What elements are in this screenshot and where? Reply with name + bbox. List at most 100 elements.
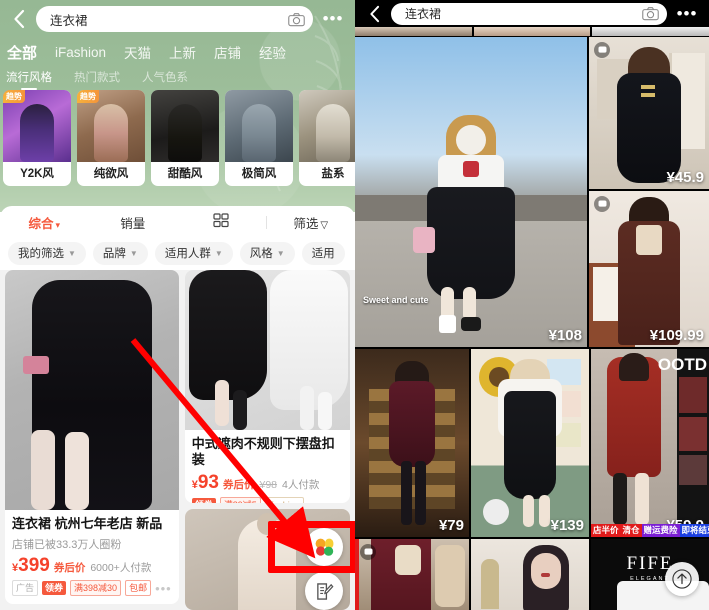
image-price: ¥139	[550, 517, 584, 534]
product-title: 中式遮肉不规则下摆盘扣装	[191, 436, 335, 468]
multicolor-flower-button[interactable]	[305, 528, 343, 566]
filter-label: 筛选	[293, 216, 319, 231]
style-thumbnail	[225, 90, 293, 162]
tab-tmall[interactable]: 天猫	[124, 42, 151, 62]
filter-button[interactable]: 筛选 ▽	[267, 213, 356, 232]
flower-palette-icon	[315, 538, 334, 556]
tab-shop[interactable]: 店铺	[214, 42, 241, 62]
tab-experience[interactable]: 经验	[259, 42, 286, 62]
image-price: ¥108	[548, 327, 582, 344]
sort-comprehensive[interactable]: 综合 ▾	[0, 213, 89, 232]
grid-view-toggle[interactable]	[177, 213, 266, 231]
image-result-cell[interactable]: ¥45.9	[589, 37, 709, 189]
product-more-icon[interactable]: •••	[326, 497, 343, 503]
product-image[interactable]	[5, 270, 179, 510]
chevron-down-icon: ▼	[276, 248, 285, 258]
chip-my-filters[interactable]: 我的筛选 ▼	[8, 241, 86, 265]
style-card[interactable]: 盐系	[299, 90, 355, 186]
previous-row-strip	[355, 27, 709, 36]
subtab-popular-style[interactable]: 流行风格	[6, 69, 52, 85]
image-result-cell[interactable]: Sweet and cute ¥108	[355, 37, 587, 347]
product-more-icon[interactable]: •••	[155, 581, 172, 596]
chevron-left-icon	[369, 5, 379, 22]
product-shop-note: 店铺已被33.3万人圈粉	[12, 539, 122, 552]
image-result-cell[interactable]	[471, 539, 589, 610]
feedback-edit-button[interactable]	[305, 572, 343, 610]
image-result-cell[interactable]	[355, 539, 469, 610]
camera-icon[interactable]	[288, 12, 305, 27]
image-result-cell[interactable]: ¥139	[471, 349, 589, 537]
style-card-carousel[interactable]: 趋势 Y2K风 趋势 纯欲风 甜酷风 极简风 盐系	[0, 90, 355, 188]
style-thumbnail	[299, 90, 355, 162]
product-badges: 广告 领券 满398减30 包邮 •••	[12, 580, 172, 597]
subtab-popular-colors[interactable]: 人气色系	[142, 69, 188, 85]
chevron-down-icon: ▾	[55, 219, 61, 230]
left-search-results-panel: 连衣裙 ••• 全部 iFashion 天猫 上新 店铺 经验 流行风格 热门款…	[0, 0, 355, 610]
product-title: 连衣裙 杭州七年老店 新品	[12, 516, 163, 531]
badge-ifashion: ifashion	[264, 496, 304, 503]
tab-all[interactable]: 全部	[7, 42, 37, 63]
back-button[interactable]	[361, 0, 387, 29]
sort-sales[interactable]: 销量	[89, 213, 178, 232]
badge-coupon: 领券	[42, 581, 67, 596]
chip-target-audience[interactable]: 适用人群 ▼	[154, 241, 233, 265]
image-price: ¥45.9	[666, 169, 704, 186]
promo-badge: 赠运费险	[641, 524, 680, 537]
video-badge-icon	[360, 544, 376, 560]
chip-style[interactable]: 风格 ▼	[239, 241, 295, 265]
image-result-cell[interactable]: OOTD ¥59.9 店半价 清仓 赠运费险 即将结束	[591, 349, 709, 537]
category-tab-bar: 全部 iFashion 天猫 上新 店铺 经验	[0, 38, 355, 66]
filter-funnel-icon: ▽	[320, 219, 329, 231]
play-bubble-icon	[598, 200, 606, 207]
strip-cell	[473, 27, 591, 36]
style-card[interactable]: 趋势 纯欲风	[77, 90, 145, 186]
more-options-button[interactable]: •••	[317, 10, 349, 27]
product-card[interactable]: 连衣裙 杭州七年老店 新品 店铺已被33.3万人圈粉 ¥ 399 券后价 600…	[5, 270, 179, 605]
search-input[interactable]: 连衣裙	[391, 2, 667, 25]
product-image[interactable]	[184, 270, 350, 430]
play-bubble-icon	[598, 46, 606, 53]
style-card[interactable]: 极简风	[225, 90, 293, 186]
video-badge-icon	[594, 196, 610, 212]
grid-view-icon	[213, 213, 229, 228]
trend-badge: 趋势	[3, 90, 25, 103]
style-thumbnail: 趋势	[77, 90, 145, 162]
search-input[interactable]: 连衣裙	[36, 6, 313, 32]
product-card[interactable]: 中式遮肉不规则下摆盘扣装 ¥ 93 券后价 ¥98 4人付款 领券 满89减5 …	[184, 270, 350, 503]
chevron-left-icon	[14, 9, 25, 29]
scroll-to-top-button[interactable]	[665, 562, 699, 596]
promo-badge-bar: 店半价 清仓 赠运费险 即将结束	[591, 524, 709, 537]
chip-label: 我的筛选	[18, 248, 64, 260]
right-search-bar: 连衣裙 •••	[355, 0, 709, 27]
product-column-left: 连衣裙 杭州七年老店 新品 店铺已被33.3万人圈粉 ¥ 399 券后价 600…	[5, 270, 179, 610]
product-info: 中式遮肉不规则下摆盘扣装 ¥ 93 券后价 ¥98 4人付款 领券 满89减5 …	[185, 430, 350, 503]
tab-new[interactable]: 上新	[169, 42, 196, 62]
price-label: 券后价	[223, 478, 255, 491]
left-search-bar: 连衣裙 •••	[0, 0, 355, 38]
promo-badge: 即将结束	[679, 524, 709, 537]
arrow-up-icon	[672, 569, 692, 589]
style-card[interactable]: 趋势 Y2K风	[3, 90, 71, 186]
image-result-grid: Sweet and cute ¥108 ¥45.9 ¥109.99 ¥79 ¥1…	[355, 37, 709, 610]
product-info: 连衣裙 杭州七年老店 新品 店铺已被33.3万人圈粉 ¥ 399 券后价 600…	[5, 510, 179, 604]
badge-ad: 广告	[12, 580, 39, 597]
image-result-cell[interactable]: ¥79	[355, 349, 469, 537]
image-result-cell[interactable]: ¥109.99	[589, 191, 709, 347]
style-thumbnail: 趋势	[3, 90, 71, 162]
camera-icon[interactable]	[642, 6, 659, 21]
product-grid: 连衣裙 杭州七年老店 新品 店铺已被33.3万人圈粉 ¥ 399 券后价 600…	[0, 270, 355, 610]
product-sold-count: 4人付款	[282, 478, 320, 491]
filter-chip-row[interactable]: 我的筛选 ▼ 品牌 ▼ 适用人群 ▼ 风格 ▼ 适用	[0, 238, 355, 268]
back-button[interactable]	[6, 4, 32, 34]
tab-ifashion[interactable]: iFashion	[55, 45, 106, 60]
more-options-button[interactable]: •••	[671, 5, 703, 22]
chip-brand[interactable]: 品牌 ▼	[92, 241, 148, 265]
chevron-down-icon: ▼	[129, 248, 138, 258]
product-price-row: ¥ 93 券后价 ¥98 4人付款	[192, 473, 343, 492]
subtab-hot-models[interactable]: 热门款式	[74, 69, 120, 85]
corner-label: OOTD	[657, 355, 707, 374]
style-card[interactable]: 甜酷风	[151, 90, 219, 186]
chip-applicable[interactable]: 适用	[301, 241, 345, 265]
chip-label: 适用人群	[164, 248, 211, 260]
video-badge-icon	[594, 42, 610, 58]
